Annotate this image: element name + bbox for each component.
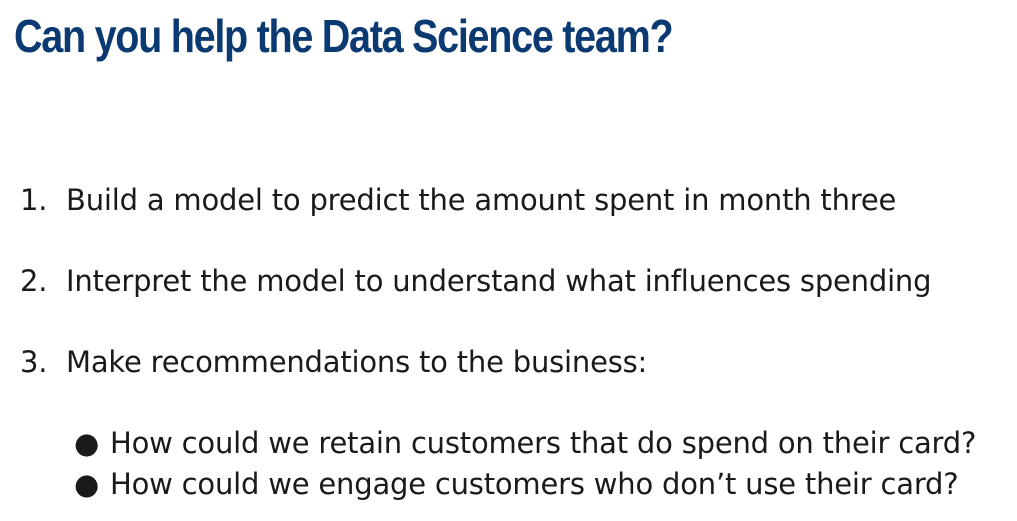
list-item-number: 1. — [20, 183, 48, 217]
numbered-list: 1. Build a model to predict the amount sp… — [0, 0, 1017, 521]
list-item-text: Interpret the model to understand what i… — [66, 264, 932, 298]
bullet-icon: ● — [74, 426, 100, 460]
sub-bullet-text: How could we retain customers that do sp… — [110, 426, 977, 460]
list-item-text: Make recommendations to the business: — [66, 345, 648, 379]
list-item-number: 2. — [20, 264, 48, 298]
bullet-icon: ● — [74, 467, 100, 501]
list-item-3: 3. Make recommendations to the business: — [20, 343, 647, 381]
slide: Can you help the Data Science team? 1. Bu… — [0, 0, 1017, 521]
list-item-number: 3. — [20, 345, 48, 379]
sub-bullet-2: ● How could we engage customers who don’t… — [74, 465, 959, 503]
list-item-1: 1. Build a model to predict the amount sp… — [20, 181, 896, 219]
sub-bullet-1: ● How could we retain customers that do s… — [74, 424, 976, 462]
sub-bullet-text: How could we engage customers who don’t … — [110, 467, 959, 501]
list-item-text: Build a model to predict the amount spen… — [66, 183, 897, 217]
list-item-2: 2. Interpret the model to understand what… — [20, 262, 932, 300]
